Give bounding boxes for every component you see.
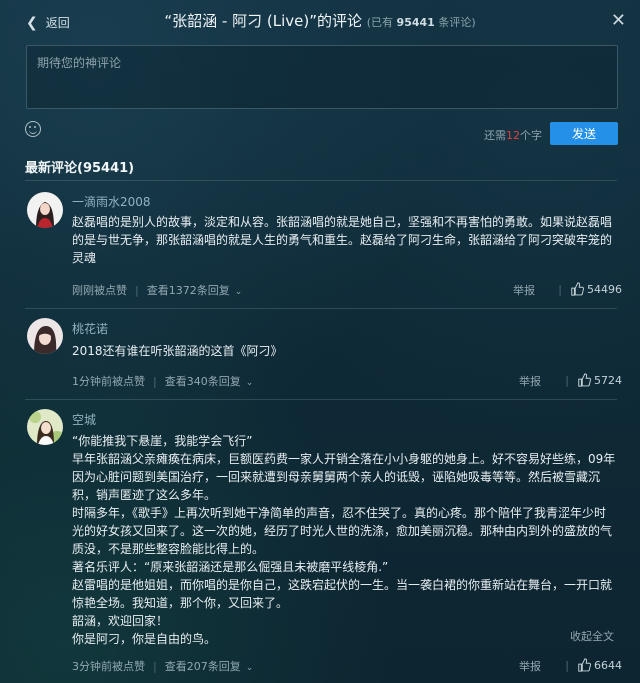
divider [25,308,617,309]
like-time: 1分钟前被点赞 [72,375,145,388]
comment-text: 赵磊唱的是别人的故事，淡定和从容。张韶涵唱的就是她自己，坚强和不再害怕的勇敢。如… [72,215,613,265]
chevron-down-icon: ⌄ [245,378,254,388]
divider [25,399,617,400]
view-replies-link[interactable]: 查看340条回复 ⌄ [165,373,254,389]
page-title: “张韶涵 - 阿刁 (Live)”的评论 (已有 95441 条评论) [0,10,640,31]
comment-input[interactable]: 期待您的神评论 [26,45,618,109]
latest-comments-heading: 最新评论(95441) [25,161,135,176]
avatar[interactable] [27,409,63,445]
like-count: 6644 [594,658,622,672]
like-button[interactable]: | 54496 [558,282,622,296]
title-bar: ❮ 返回 “张韶涵 - 阿刁 (Live)”的评论 (已有 95441 条评论)… [0,0,640,44]
comment-text: “你能推我下悬崖，我能学会飞行” 早年张韶涵父亲瘫痪在病床，巨额医药费一家人开销… [72,434,616,646]
like-button[interactable]: | 5724 [565,373,622,387]
thumbs-up-icon [571,282,584,296]
report-link[interactable]: 举报 [513,282,535,298]
thumbs-up-icon [578,373,591,387]
comment-count: (已有 95441 条评论) [366,16,476,29]
close-icon[interactable]: ✕ [611,10,626,31]
like-time: 3分钟前被点赞 [72,660,145,673]
divider [25,180,617,181]
char-remaining: 还需12个字 [484,129,542,142]
comment-text: 2018还有谁在听张韶涵的这首《阿刁》 [72,344,283,358]
like-button[interactable]: | 6644 [565,658,622,672]
like-count: 5724 [594,373,622,387]
collapse-link[interactable]: 收起全文 [570,628,614,644]
like-time: 刚刚被点赞 [72,284,127,297]
comment-username[interactable]: 一滴雨水2008 [72,193,151,210]
comment-username[interactable]: 空城 [72,411,96,428]
avatar[interactable] [27,318,63,354]
comment-username[interactable]: 桃花诺 [72,320,108,337]
report-link[interactable]: 举报 [519,658,541,674]
comment-meta: 1分钟前被点赞 | 查看340条回复 ⌄ [72,373,254,389]
send-button[interactable]: 发送 [550,122,618,145]
view-replies-link[interactable]: 查看1372条回复 ⌄ [147,282,243,298]
chevron-down-icon: ⌄ [234,287,243,297]
view-replies-link[interactable]: 查看207条回复 ⌄ [165,658,254,674]
comment-meta: 刚刚被点赞 | 查看1372条回复 ⌄ [72,282,243,298]
emoji-icon[interactable] [25,121,41,137]
avatar[interactable] [27,192,63,228]
chevron-down-icon: ⌄ [245,663,254,673]
thumbs-up-icon [578,658,591,672]
like-count: 54496 [587,282,622,296]
song-title: “张韶涵 - 阿刁 (Live)”的评论 [164,12,362,30]
report-link[interactable]: 举报 [519,373,541,389]
comment-meta: 3分钟前被点赞 | 查看207条回复 ⌄ [72,658,254,674]
